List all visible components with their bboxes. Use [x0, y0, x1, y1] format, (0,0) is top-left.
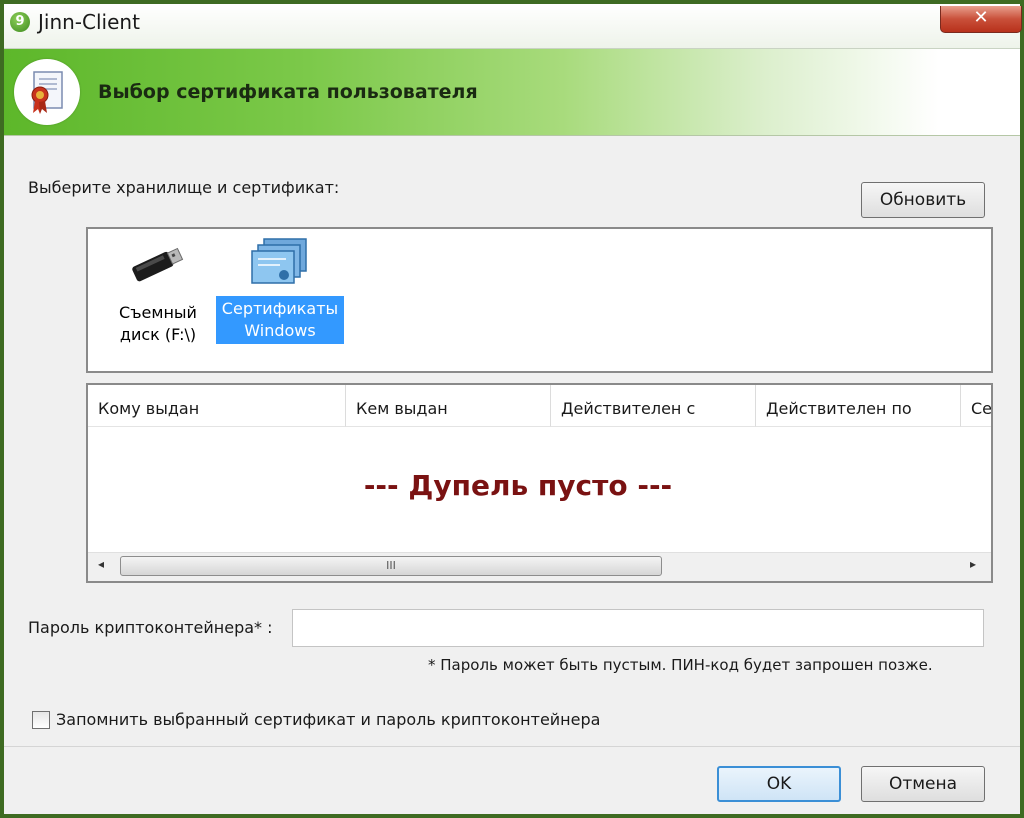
column-header-valid-to[interactable]: Действителен по	[756, 385, 961, 427]
column-header-truncated[interactable]: Се	[961, 385, 991, 427]
certificates-icon	[251, 238, 307, 284]
column-header-issued-to[interactable]: Кому выдан	[88, 385, 346, 427]
footer-divider	[4, 746, 1020, 747]
remember-checkbox[interactable]	[32, 711, 50, 729]
scroll-right-icon[interactable]: ▸	[970, 557, 976, 571]
store-item-label-line1: Съемный	[119, 303, 197, 322]
remember-label[interactable]: Запомнить выбранный сертификат и пароль …	[56, 710, 600, 729]
password-label: Пароль криптоконтейнера* :	[28, 618, 273, 637]
store-item-removable-disk[interactable]: Съемный диск (F:\)	[102, 235, 214, 345]
header-banner: Выбор сертификата пользователя	[4, 49, 1020, 136]
certificate-badge-icon	[14, 59, 80, 125]
scroll-left-icon[interactable]: ◂	[98, 557, 104, 571]
cancel-button[interactable]: Отмена	[861, 766, 985, 802]
scrollbar-thumb[interactable]: III	[120, 556, 662, 576]
store-list: Съемный диск (F:\) Сертификаты Windows	[86, 227, 993, 373]
column-header-valid-from[interactable]: Действителен с	[551, 385, 756, 427]
store-item-label-line1: Сертификаты	[221, 299, 339, 318]
app-icon: 9	[10, 12, 30, 32]
refresh-button[interactable]: Обновить	[861, 182, 985, 218]
store-item-label-line2: Windows	[244, 321, 316, 340]
ok-button[interactable]: OK	[717, 766, 841, 802]
store-item-label-line2: диск (F:\)	[119, 325, 197, 344]
password-hint: * Пароль может быть пустым. ПИН-код буде…	[428, 656, 933, 674]
certificate-table: Кому выдан Кем выдан Действителен с Дейс…	[86, 383, 993, 583]
dialog-heading: Выбор сертификата пользователя	[98, 81, 478, 103]
store-item-windows-certificates[interactable]: Сертификаты Windows	[214, 235, 346, 345]
empty-list-message: --- Дупель пусто ---	[363, 469, 673, 502]
horizontal-scrollbar[interactable]: ◂ III ▸	[88, 552, 991, 581]
usb-drive-icon	[132, 247, 184, 282]
title-bar[interactable]: 9 Jinn-Client ✕	[4, 4, 1022, 49]
window-title: Jinn-Client	[38, 10, 140, 34]
close-button[interactable]: ✕	[940, 6, 1022, 33]
dialog-window: 9 Jinn-Client ✕ Выбор сертификата пользо…	[0, 0, 1024, 818]
store-prompt-label: Выберите хранилище и сертификат:	[28, 178, 340, 197]
column-header-issued-by[interactable]: Кем выдан	[346, 385, 551, 427]
password-input[interactable]	[292, 609, 984, 647]
